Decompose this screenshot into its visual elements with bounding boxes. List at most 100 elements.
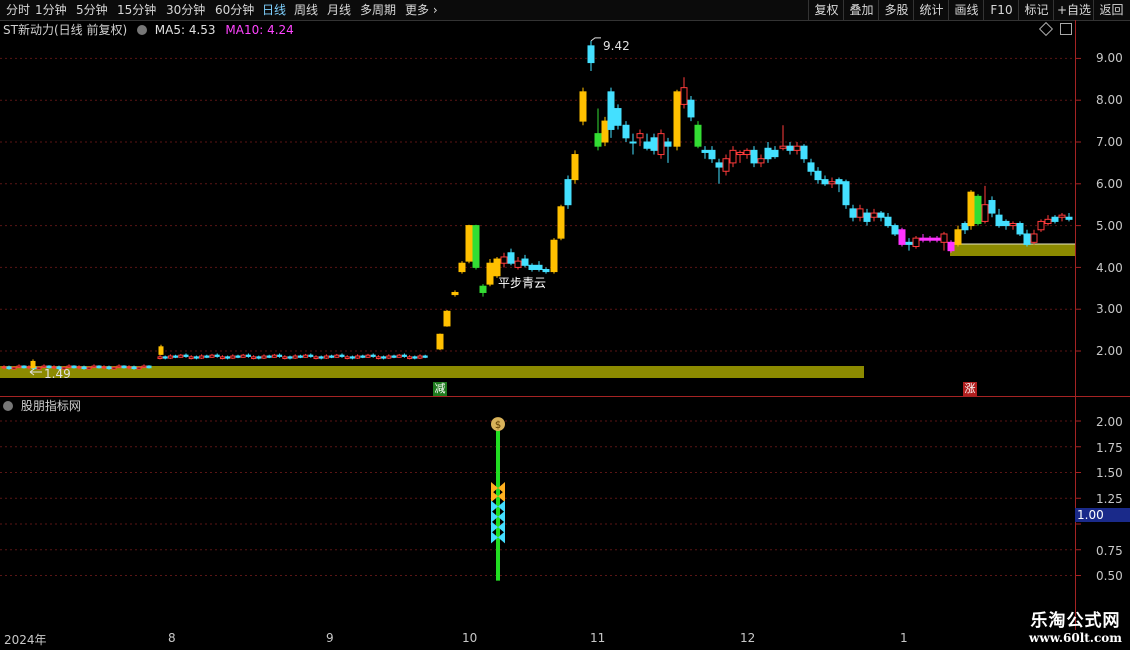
candle-body — [1051, 216, 1059, 222]
candle-body — [750, 149, 758, 164]
candle-body — [308, 354, 314, 357]
candle-body — [391, 355, 397, 358]
candle-body — [465, 225, 473, 262]
candle-body — [251, 356, 257, 360]
date-label-sep: 9 — [326, 631, 334, 645]
candle-body — [334, 354, 340, 358]
candle-body — [1037, 220, 1045, 231]
date-label-dec: 12 — [740, 631, 756, 645]
candle-body — [297, 355, 303, 358]
candle-body — [407, 356, 413, 360]
candle-body — [849, 208, 857, 218]
candle-body — [21, 365, 27, 369]
candle-body — [664, 141, 672, 147]
candle-body — [209, 354, 215, 358]
candle-body — [472, 225, 480, 268]
candle-body — [204, 355, 210, 358]
candle-body — [271, 354, 277, 358]
candle-body — [323, 355, 329, 359]
candle-body — [479, 285, 487, 293]
candle-body — [535, 264, 543, 270]
candle-body — [814, 170, 822, 181]
candle-body — [607, 91, 615, 130]
candle-body — [111, 366, 117, 370]
candle-body — [614, 108, 622, 126]
candle-body — [842, 181, 850, 206]
candle-body — [800, 145, 808, 160]
candle-body — [793, 145, 801, 151]
candle-body — [1009, 223, 1017, 227]
candle-body — [995, 214, 1003, 227]
candle-body — [401, 354, 407, 357]
candle-body — [162, 356, 168, 359]
candle-body — [214, 354, 220, 357]
price-tick-7: 7.00 — [1096, 135, 1123, 149]
candle-body — [1058, 214, 1066, 218]
candle-body — [736, 151, 744, 156]
candle-body — [240, 354, 246, 358]
candle-body — [146, 365, 152, 369]
candle-body — [30, 360, 36, 369]
ind-tick-1.25: 1.25 — [1096, 492, 1123, 506]
candle-body — [245, 354, 251, 357]
candle-body — [412, 356, 418, 359]
candle-body — [375, 356, 381, 360]
date-label-jan: 1 — [900, 631, 908, 645]
candle-body — [579, 91, 587, 122]
candle-body — [386, 355, 392, 359]
high-price-marker — [590, 37, 601, 42]
candle-body — [771, 149, 779, 158]
price-tick-6: 6.00 — [1096, 177, 1123, 191]
candle-body — [131, 366, 137, 370]
site-watermark: 乐淘公式网 www.60lt.com — [1029, 606, 1122, 645]
candle-body — [1, 366, 7, 369]
candle-body — [550, 239, 558, 273]
candle-body — [863, 212, 871, 222]
candlesticks — [1, 37, 1073, 376]
candle-body — [981, 204, 989, 222]
candle-body — [643, 141, 651, 149]
candle-body — [292, 355, 298, 359]
candle-body — [926, 237, 934, 241]
candle-body — [91, 365, 97, 368]
money-bag-glyph: $ — [495, 420, 501, 431]
candle-body — [542, 268, 550, 273]
candle-body — [657, 133, 665, 156]
candle-body — [101, 366, 107, 369]
candle-body — [891, 225, 899, 235]
candle-body — [86, 366, 92, 370]
candle-body — [349, 356, 355, 359]
watermark-title: 乐淘公式网 — [1030, 611, 1121, 631]
date-label-oct: 10 — [462, 631, 478, 645]
candle-body — [381, 356, 387, 359]
candle-body — [947, 241, 955, 252]
candle-body — [136, 366, 142, 370]
candle-body — [451, 291, 459, 296]
candle-body — [370, 354, 376, 357]
candle-body — [96, 365, 102, 369]
candle-body — [673, 91, 681, 147]
candle-body — [193, 356, 199, 359]
pattern-label: 平步青云 — [498, 276, 547, 290]
candle-body — [157, 356, 163, 360]
candle-body — [587, 45, 595, 64]
candle-body — [974, 195, 982, 225]
candle-body — [870, 212, 878, 218]
date-label-2024: 2024年 — [4, 633, 47, 647]
kline-chart[interactable]: $ — [0, 0, 1130, 650]
high-price-label: 9.42 — [603, 39, 630, 53]
candle-body — [1044, 218, 1052, 225]
candle-body — [6, 366, 12, 370]
price-tick-8: 8.00 — [1096, 93, 1123, 107]
panel-separator[interactable] — [0, 396, 1130, 397]
candle-body — [158, 346, 164, 355]
candle-body — [940, 233, 948, 243]
candle-body — [344, 356, 350, 360]
candle-body — [116, 365, 122, 368]
candle-body — [961, 223, 969, 231]
candle-body — [521, 258, 529, 266]
candle-body — [76, 366, 82, 369]
candle-body — [514, 260, 522, 268]
support-band-late — [950, 244, 1075, 256]
candle-body — [178, 354, 184, 358]
